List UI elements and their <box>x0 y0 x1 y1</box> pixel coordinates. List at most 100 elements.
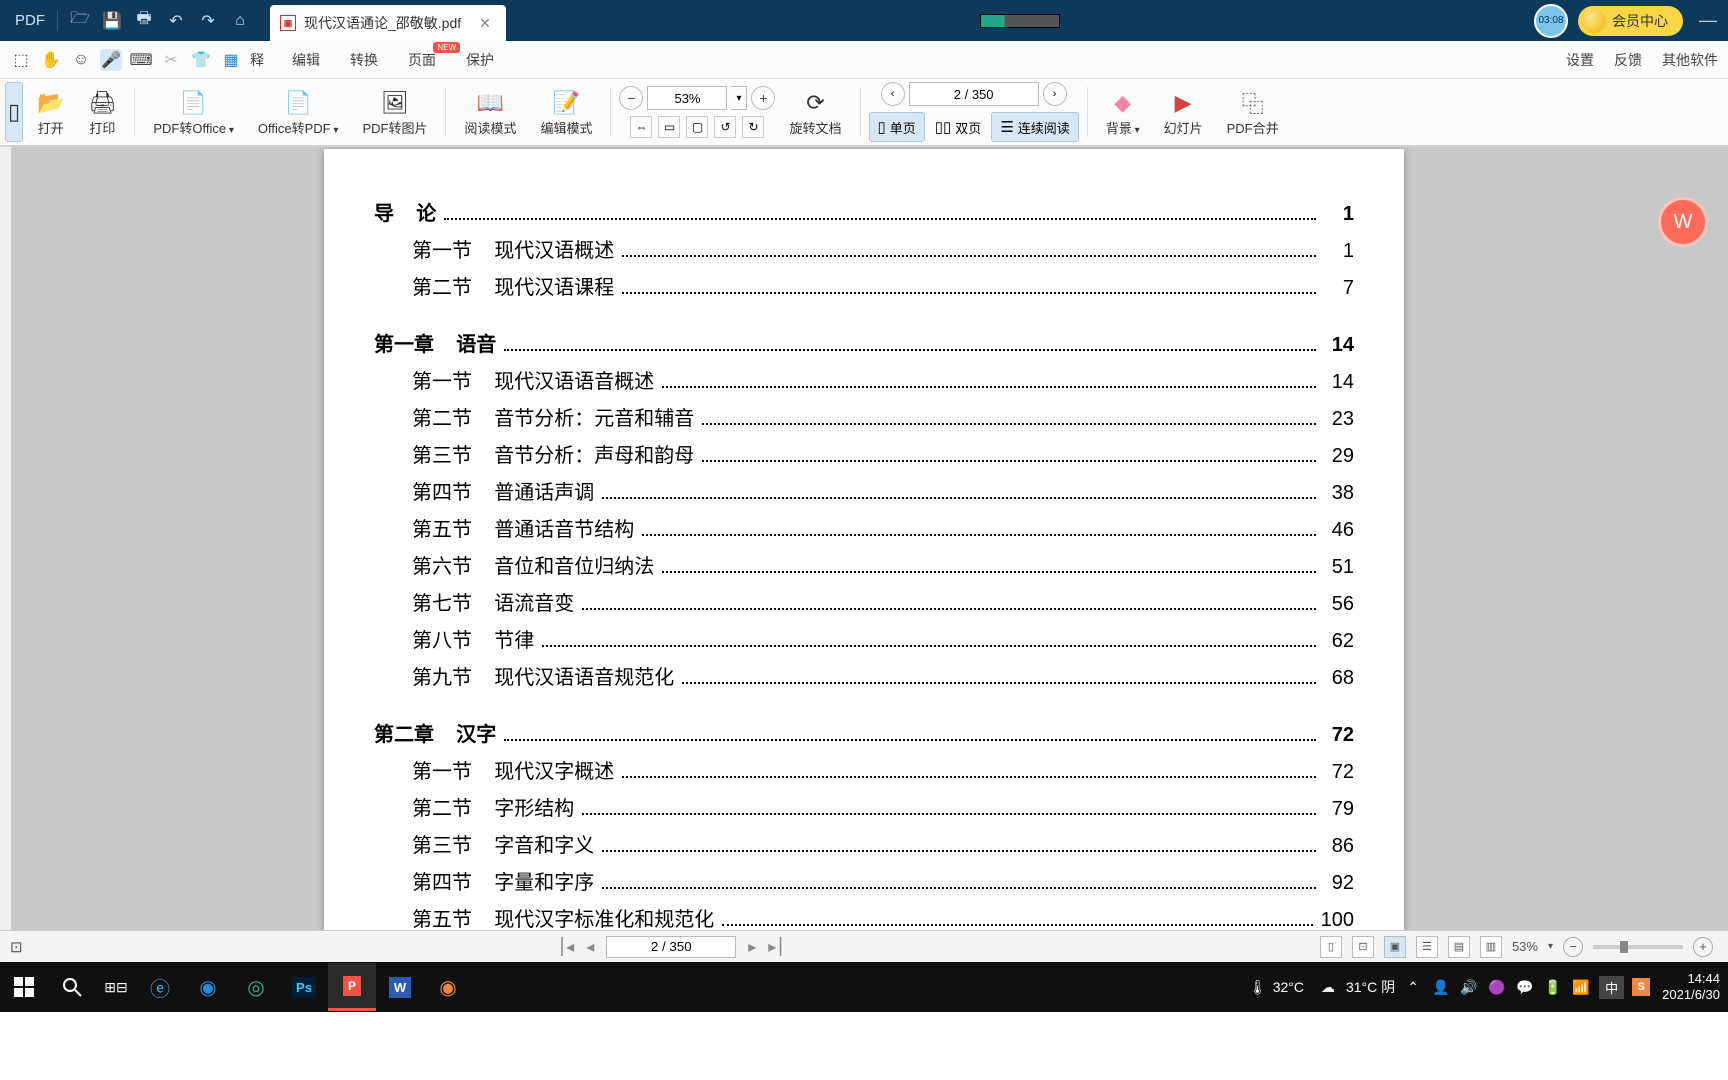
sb-zoom-in[interactable]: + <box>1693 937 1713 957</box>
sb-view1-icon[interactable]: ▯ <box>1320 936 1342 958</box>
zoom-slider[interactable] <box>1593 945 1683 949</box>
toc-row: 第二章 汉字72 <box>374 718 1354 747</box>
ime-indicator[interactable]: 中 <box>1599 976 1624 999</box>
feedback-link[interactable]: 反馈 <box>1614 50 1642 70</box>
slideshow-button[interactable]: ▶ 幻灯片 <box>1154 82 1213 142</box>
zoom-input[interactable] <box>647 86 727 110</box>
annotate-menu[interactable]: 释 <box>250 50 264 70</box>
tray-wechat-icon[interactable]: 💬 <box>1515 979 1535 996</box>
sb-view3-icon[interactable]: ▣ <box>1384 936 1406 958</box>
read-mode-button[interactable]: 📖 阅读模式 <box>454 82 526 142</box>
tray-battery-icon[interactable]: 🔋 <box>1543 979 1563 996</box>
close-tab-icon[interactable]: ✕ <box>479 15 491 32</box>
toc-title: 节律 <box>472 624 534 653</box>
zoom-out-button[interactable]: − <box>619 86 643 110</box>
sb-zoom-out[interactable]: − <box>1563 937 1583 957</box>
office-to-pdf-button[interactable]: 📄 Office转PDF <box>248 82 349 142</box>
sidebar-toggle-button[interactable]: ▯ <box>5 82 23 142</box>
next-page-sb-button[interactable]: ▸ <box>748 937 756 957</box>
tray-sogou-icon[interactable]: S <box>1632 978 1650 996</box>
fit-width-icon[interactable]: ⇔ <box>630 116 652 138</box>
scissors-icon[interactable]: ✂ <box>160 49 182 71</box>
taskbar-pdf-app[interactable]: P <box>328 963 376 1011</box>
rotate-right-icon[interactable]: ↻ <box>742 116 764 138</box>
redo-icon[interactable]: ↷ <box>198 11 218 31</box>
other-software-link[interactable]: 其他软件 <box>1662 50 1718 70</box>
rotate-left-icon[interactable]: ↺ <box>714 116 736 138</box>
sb-view6-icon[interactable]: ▥ <box>1480 936 1502 958</box>
open-button[interactable]: 📂 打开 <box>27 82 74 142</box>
background-button[interactable]: ◆ 背景 <box>1096 82 1150 142</box>
taskbar-temperature[interactable]: 🌡 32°C <box>1239 979 1314 996</box>
sidebar-rail[interactable] <box>0 147 12 930</box>
taskbar-wps[interactable]: W <box>376 963 424 1011</box>
page-menu[interactable]: 页面 NEW <box>408 50 436 70</box>
tray-sound-icon[interactable]: 🔊 <box>1459 979 1479 996</box>
next-page-button[interactable]: › <box>1043 82 1067 106</box>
tray-chevron-icon[interactable]: ⌃ <box>1403 979 1423 996</box>
zoom-dropdown[interactable]: ▾ <box>731 86 747 110</box>
floating-word-button[interactable]: W <box>1658 197 1708 247</box>
double-page-icon: ▯▯ <box>935 118 952 136</box>
smiley-icon[interactable]: ☺ <box>70 49 92 71</box>
taskbar-ppt[interactable]: ◉ <box>424 963 472 1011</box>
fit-page-icon[interactable]: ▭ <box>658 116 680 138</box>
keyboard-icon[interactable]: ⌨ <box>130 49 152 71</box>
save-icon[interactable]: 💾 <box>102 11 122 31</box>
edit-menu[interactable]: 编辑 <box>292 50 320 70</box>
toc-page-number: 100 <box>1321 909 1354 930</box>
toc-prefix: 第七节 <box>412 587 472 616</box>
pdf-to-office-button[interactable]: 📄 PDF转Office <box>143 82 244 142</box>
sb-zoom-label: 53% <box>1512 939 1538 954</box>
prev-page-sb-button[interactable]: ◂ <box>586 937 594 957</box>
toc-title: 音节分析：声母和韵母 <box>472 439 694 468</box>
sb-view5-icon[interactable]: ▤ <box>1448 936 1470 958</box>
search-button[interactable] <box>48 963 96 1011</box>
taskbar-ps[interactable]: Ps <box>280 963 328 1011</box>
tray-wifi-icon[interactable]: 📶 <box>1571 979 1591 996</box>
taskbar-clock[interactable]: 14:44 2021/6/30 <box>1654 971 1728 1002</box>
pdf-to-image-button[interactable]: 🖼 PDF转图片 <box>352 82 437 142</box>
sb-page-input[interactable] <box>606 936 736 958</box>
member-center-button[interactable]: 会员中心 <box>1578 6 1683 36</box>
taskbar-edge[interactable]: ◉ <box>184 963 232 1011</box>
sb-view4-icon[interactable]: ☰ <box>1416 936 1438 958</box>
zoom-in-button[interactable]: + <box>751 86 775 110</box>
single-page-button[interactable]: ▯ 单页 <box>869 112 925 142</box>
timer-badge[interactable]: 03:08 <box>1534 4 1568 38</box>
prev-page-button[interactable]: ‹ <box>881 82 905 106</box>
taskbar-ie[interactable]: ⓔ <box>136 963 184 1011</box>
convert-menu[interactable]: 转换 <box>350 50 378 70</box>
sb-view2-icon[interactable]: ⊡ <box>1352 936 1374 958</box>
rotate-doc-button[interactable]: ⟳ 旋转文档 <box>779 82 851 142</box>
mic-icon[interactable]: 🎤 <box>100 49 122 71</box>
print-button[interactable]: 🖨 打印 <box>78 82 126 142</box>
last-page-button[interactable]: ▸⎮ <box>768 937 784 957</box>
taskbar-360[interactable]: ◎ <box>232 963 280 1011</box>
page-input[interactable] <box>909 82 1039 106</box>
home-icon[interactable]: ⌂ <box>230 11 250 31</box>
tray-people-icon[interactable]: 👤 <box>1431 979 1451 996</box>
task-view-button[interactable]: ⊞⊟ <box>96 979 136 996</box>
open-folder-icon[interactable]: 🗁 <box>70 11 90 31</box>
sb-left-icon[interactable]: ⊡ <box>10 938 23 956</box>
start-button[interactable] <box>0 963 48 1011</box>
first-page-button[interactable]: ⎮◂ <box>558 937 574 957</box>
edit-mode-button[interactable]: 📝 编辑模式 <box>530 82 602 142</box>
double-page-button[interactable]: ▯▯ 双页 <box>927 112 990 142</box>
print-icon[interactable]: 🖶 <box>134 11 154 31</box>
settings-link[interactable]: 设置 <box>1566 50 1594 70</box>
weather-icon[interactable]: ☁ <box>1318 979 1338 996</box>
actual-size-icon[interactable]: ▢ <box>686 116 708 138</box>
undo-icon[interactable]: ↶ <box>166 11 186 31</box>
document-tab[interactable]: ▣ 现代汉语通论_邵敬敏.pdf ✕ <box>270 5 506 41</box>
protect-menu[interactable]: 保护 <box>466 50 494 70</box>
hand-tool-icon[interactable]: ✋ <box>40 49 62 71</box>
cursor-tool-icon[interactable]: ⬚ <box>10 49 32 71</box>
tray-app1-icon[interactable]: 🟣 <box>1487 979 1507 996</box>
continuous-read-button[interactable]: ☰ 连续阅读 <box>991 112 1078 142</box>
shirt-icon[interactable]: 👕 <box>190 49 212 71</box>
grid-icon[interactable]: ▦ <box>220 49 242 71</box>
pdf-merge-button[interactable]: ⿻ PDF合并 <box>1217 82 1289 142</box>
minimize-button[interactable]: — <box>1693 10 1723 31</box>
